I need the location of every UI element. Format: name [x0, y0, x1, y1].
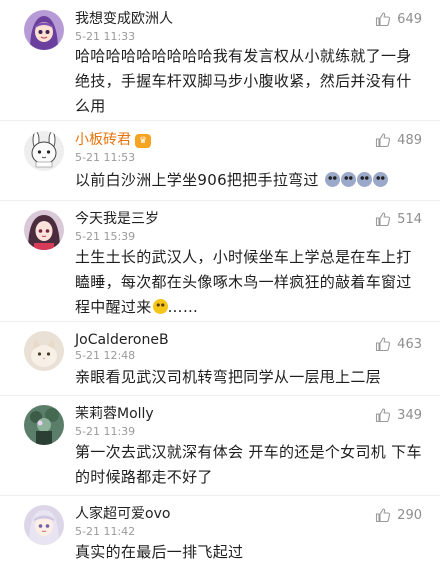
crying-face-emoji [340, 172, 356, 187]
username[interactable]: 小板砖君 ♛ [75, 131, 151, 149]
like-button[interactable]: 489 [375, 131, 422, 149]
crying-face-emoji [372, 172, 388, 187]
username[interactable]: JoCalderoneB [75, 331, 169, 349]
thumbs-up-icon [375, 507, 391, 523]
timestamp: 5-21 15:39 [75, 230, 136, 243]
timestamp: 5-21 12:48 [75, 349, 136, 362]
avatar[interactable] [24, 331, 64, 371]
comment-text: 真实的在最后一排飞起过 [75, 543, 244, 561]
avatar[interactable] [24, 505, 64, 545]
avatar[interactable] [24, 210, 64, 250]
thumbs-up-icon [375, 132, 391, 148]
username[interactable]: 今天我是三岁 [75, 210, 159, 228]
username[interactable]: 茉莉蓉Molly [75, 405, 154, 423]
avatar[interactable] [24, 10, 64, 50]
comment-text: 土生土长的武汉人，小时候坐车上学总是在车上打瞌睡，每次都在头像啄木鸟一样疯狂的敲… [75, 245, 425, 320]
comment-item: JoCalderoneB 5-21 12:48 463 亲眼看见武汉司机转弯把同… [0, 322, 440, 395]
comment-text: 以前白沙洲上学坐906把把手拉弯过 [75, 168, 425, 193]
comment-text: 亲眼看见武汉司机转弯把同学从一层甩上二层 [75, 368, 382, 386]
username[interactable]: 我想变成欧洲人 [75, 10, 173, 28]
comment-text-body: 土生土长的武汉人，小时候坐车上学总是在车上打瞌睡，每次都在头像啄木鸟一样疯狂的敲… [75, 248, 412, 316]
like-count: 290 [397, 507, 422, 523]
comment-text-suffix: …… [167, 298, 199, 316]
timestamp: 5-21 11:42 [75, 525, 136, 538]
avatar[interactable] [24, 405, 64, 445]
comment-text: 哈哈哈哈哈哈哈哈哈我有发言权从小就练就了一身绝技，手握车杆双脚马步小腹收紧，然后… [75, 47, 412, 115]
like-count: 489 [397, 132, 422, 148]
like-button[interactable]: 463 [375, 335, 422, 353]
comment-text: 第一次去武汉就深有体会 开车的还是个女司机 下车的时候路都走不好了 [75, 443, 422, 486]
thumbs-up-icon [375, 211, 391, 227]
thumbs-up-icon [375, 11, 391, 27]
comment-text-body: 以前白沙洲上学坐906把把手拉弯过 [75, 171, 319, 189]
timestamp: 5-21 11:53 [75, 151, 136, 164]
comment-feed: 我想变成欧洲人 5-21 11:33 649 哈哈哈哈哈哈哈哈哈我有发言权从小就… [0, 0, 440, 571]
like-count: 349 [397, 407, 422, 423]
comment-item: 今天我是三岁 5-21 15:39 514 土生土长的武汉人，小时候坐车上学总是… [0, 201, 440, 321]
like-count: 649 [397, 11, 422, 27]
comment-item: 我想变成欧洲人 5-21 11:33 649 哈哈哈哈哈哈哈哈哈我有发言权从小就… [0, 0, 440, 120]
comment-item: 小板砖君 ♛ 5-21 11:53 489 以前白沙洲上学坐906把把手拉弯过 [0, 121, 440, 200]
vip-badge-icon: ♛ [135, 134, 151, 148]
timestamp: 5-21 11:39 [75, 425, 136, 438]
avatar[interactable] [24, 131, 64, 171]
thumbs-up-icon [375, 407, 391, 423]
timestamp: 5-21 11:33 [75, 30, 136, 43]
like-count: 463 [397, 336, 422, 352]
like-button[interactable]: 649 [375, 10, 422, 28]
crying-face-emoji [324, 172, 340, 187]
crying-face-emoji [356, 172, 372, 187]
like-button[interactable]: 290 [375, 506, 422, 524]
like-count: 514 [397, 211, 422, 227]
username[interactable]: 人家超可爱ovo [75, 505, 170, 523]
comment-item: 人家超可爱ovo 5-21 11:42 290 真实的在最后一排飞起过 [0, 496, 440, 571]
like-button[interactable]: 349 [375, 406, 422, 424]
thumbs-up-icon [375, 336, 391, 352]
thinking-face-emoji [152, 299, 168, 314]
username-text: 小板砖君 [75, 132, 131, 148]
like-button[interactable]: 514 [375, 210, 422, 228]
comment-item: 茉莉蓉Molly 5-21 11:39 349 第一次去武汉就深有体会 开车的还… [0, 396, 440, 495]
